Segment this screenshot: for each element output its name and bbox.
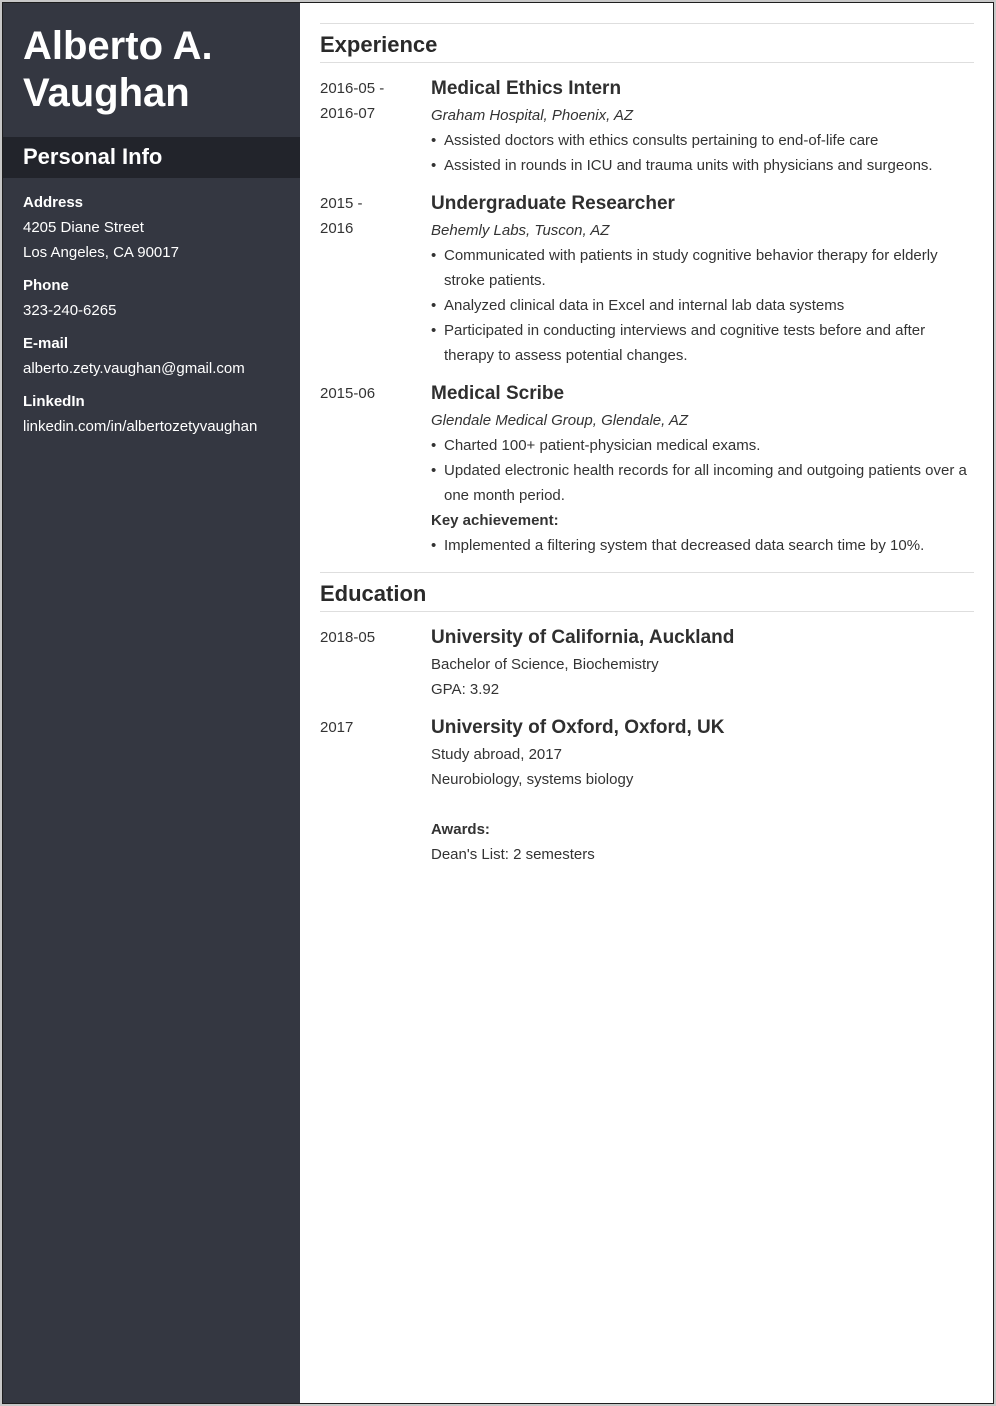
resume-page: Alberto A. Vaughan Personal Info Address… [2, 2, 994, 1404]
experience-heading: Experience [320, 23, 974, 63]
date-start: 2015-06 [320, 385, 376, 402]
responsibility-list: Charted 100+ patient-physician medical e… [431, 433, 974, 508]
phone-label: Phone [23, 277, 69, 294]
achievement-list: Implemented a filtering system that decr… [431, 533, 974, 558]
award-item: Dean's List: 2 semesters [431, 846, 595, 863]
personal-info-heading: Personal Info [3, 137, 300, 178]
job-title: Medical Scribe [431, 383, 565, 404]
candidate-name: Alberto A. Vaughan [3, 3, 300, 137]
job-title: Medical Ethics Intern [431, 78, 622, 99]
address-line-2: Los Angeles, CA 90017 [23, 244, 179, 261]
entry-body: Medical Ethics Intern Graham Hospital, P… [431, 75, 974, 178]
name-line-2: Vaughan [23, 71, 190, 115]
entry-body: Medical Scribe Glendale Medical Group, G… [431, 380, 974, 558]
experience-entry: 2015 - 2016 Undergraduate Researcher Beh… [320, 190, 974, 368]
bullet-item: Updated electronic health records for al… [431, 458, 974, 508]
sidebar: Alberto A. Vaughan Personal Info Address… [3, 3, 300, 1403]
entry-body: Undergraduate Researcher Behemly Labs, T… [431, 190, 974, 368]
bullet-item: Participated in conducting interviews an… [431, 318, 974, 368]
date-end: 2016 [320, 220, 354, 237]
awards-label: Awards: [431, 821, 490, 838]
address-line-1: 4205 Diane Street [23, 219, 144, 236]
education-entry: 2018-05 University of California, Auckla… [320, 624, 974, 702]
responsibility-list: Communicated with patients in study cogn… [431, 243, 974, 368]
name-line-1: Alberto A. [23, 24, 213, 68]
program: Study abroad, 2017 [431, 746, 562, 763]
linkedin-label: LinkedIn [23, 393, 85, 410]
school-name: University of Oxford, Oxford, UK [431, 717, 725, 738]
address-label: Address [23, 194, 84, 211]
field-of-study: Neurobiology, systems biology [431, 771, 634, 788]
entry-date: 2017 [320, 719, 354, 736]
entry-date: 2016-05 - 2016-07 [320, 75, 431, 178]
key-achievement-label: Key achievement: [431, 512, 559, 529]
degree: Bachelor of Science, Biochemistry [431, 656, 659, 673]
bullet-item: Implemented a filtering system that decr… [431, 533, 974, 558]
entry-body: University of Oxford, Oxford, UK Study a… [431, 714, 974, 867]
date-start: 2015 - [320, 195, 363, 212]
entry-date: 2015 - 2016 [320, 190, 431, 368]
bullet-item: Assisted in rounds in ICU and trauma uni… [431, 153, 974, 178]
bullet-item: Analyzed clinical data in Excel and inte… [431, 293, 974, 318]
entry-body: University of California, Auckland Bache… [431, 624, 974, 702]
gpa: GPA: 3.92 [431, 681, 500, 698]
experience-entry: 2015-06 Medical Scribe Glendale Medical … [320, 380, 974, 558]
entry-date: 2015-06 [320, 380, 431, 558]
date-start: 2016-05 - [320, 80, 385, 97]
date-end: 2016-07 [320, 105, 376, 122]
email-label: E-mail [23, 335, 69, 352]
email-value[interactable]: alberto.zety.vaughan@gmail.com [23, 356, 280, 381]
employer: Behemly Labs, Tuscon, AZ [431, 222, 610, 239]
entry-date: 2018-05 [320, 629, 376, 646]
linkedin-value[interactable]: linkedin.com/in/albertozetyvaughan [23, 414, 280, 439]
experience-entry: 2016-05 - 2016-07 Medical Ethics Intern … [320, 75, 974, 178]
school-name: University of California, Auckland [431, 627, 735, 648]
main-content: Experience 2016-05 - 2016-07 Medical Eth… [300, 3, 993, 1403]
bullet-item: Charted 100+ patient-physician medical e… [431, 433, 974, 458]
education-section: Education 2018-05 University of Californ… [320, 572, 974, 867]
employer: Graham Hospital, Phoenix, AZ [431, 107, 634, 124]
employer: Glendale Medical Group, Glendale, AZ [431, 412, 689, 429]
personal-info: Address 4205 Diane Street Los Angeles, C… [3, 178, 300, 439]
responsibility-list: Assisted doctors with ethics consults pe… [431, 128, 974, 178]
experience-section: Experience 2016-05 - 2016-07 Medical Eth… [320, 23, 974, 558]
bullet-item: Communicated with patients in study cogn… [431, 243, 974, 293]
bullet-item: Assisted doctors with ethics consults pe… [431, 128, 974, 153]
education-heading: Education [320, 572, 974, 612]
phone-value: 323-240-6265 [23, 302, 117, 319]
job-title: Undergraduate Researcher [431, 193, 675, 214]
education-entry: 2017 University of Oxford, Oxford, UK St… [320, 714, 974, 867]
